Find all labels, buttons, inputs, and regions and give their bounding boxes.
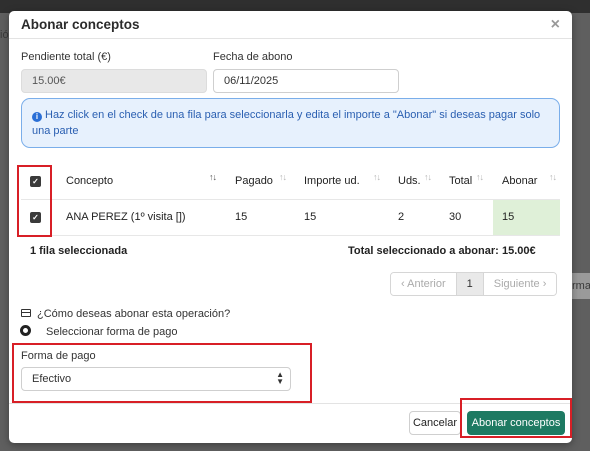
table-header-row: ✓ Concepto ↑↓ Pagado ↑↓ Importe ud. ↑↓ U… — [21, 164, 560, 200]
cell-total: 30 — [449, 211, 462, 223]
pagination-page[interactable]: 1 — [455, 273, 484, 295]
modal-header: Abonar conceptos × — [9, 11, 572, 39]
table-row[interactable]: ✓ ANA PEREZ (1º visita []) 15 15 2 30 15 — [21, 200, 560, 236]
sort-icon[interactable]: ↑↓ — [373, 172, 381, 182]
info-text: Haz click en el check de una fila para s… — [32, 109, 541, 137]
date-field[interactable]: 06/11/2025 — [213, 69, 399, 93]
sort-icon[interactable]: ↑↓ — [476, 172, 484, 182]
date-label: Fecha de abono — [213, 51, 293, 63]
payment-option-label[interactable]: Seleccionar forma de pago — [46, 326, 177, 338]
header-pagado[interactable]: Pagado — [235, 175, 273, 187]
cell-abonar[interactable]: 15 — [502, 211, 514, 223]
header-abonar[interactable]: Abonar — [502, 175, 537, 187]
next-label: Siguiente — [493, 278, 540, 290]
info-icon: i — [32, 112, 42, 122]
sort-icon[interactable]: ↑↓ — [424, 172, 432, 182]
cell-uds: 2 — [398, 211, 405, 223]
payment-radio[interactable] — [20, 325, 31, 336]
pending-label: Pendiente total (€) — [21, 51, 111, 63]
pagination: ‹ Anterior 1 Siguiente › — [390, 272, 558, 296]
sort-icon[interactable]: ↑↓ — [549, 172, 557, 182]
modal-title: Abonar conceptos — [21, 17, 140, 32]
abonar-input-cell[interactable]: 15 — [493, 200, 560, 235]
pending-total-field: 15.00€ — [21, 69, 207, 93]
bg-text-right: rma — [572, 280, 590, 292]
header-total[interactable]: Total — [449, 175, 472, 187]
cancel-button[interactable]: Cancelar — [409, 411, 461, 435]
cell-pagado: 15 — [235, 211, 248, 223]
footer-divider — [9, 403, 572, 404]
header-uds[interactable]: Uds. — [398, 175, 421, 187]
sort-icon[interactable]: ↑↓ — [209, 172, 217, 182]
payment-method-select[interactable]: Efectivo ▲ ▼ — [21, 367, 291, 391]
abonar-modal: Abonar conceptos × Pendiente total (€) 1… — [9, 11, 572, 443]
cell-concepto: ANA PEREZ (1º visita []) — [66, 211, 186, 223]
total-selected-value: 15.00€ — [502, 245, 536, 257]
pagination-prev[interactable]: ‹ Anterior — [391, 273, 456, 295]
chevron-right-icon: › — [539, 278, 547, 290]
selection-summary: 1 fila seleccionada Total seleccionado a… — [21, 238, 560, 266]
payment-question: ¿Cómo deseas abonar esta operación? — [37, 308, 231, 320]
total-selected-label: Total seleccionado a abonar: — [348, 245, 499, 257]
cell-importe: 15 — [304, 211, 317, 223]
pagination-next[interactable]: Siguiente › — [483, 273, 557, 295]
payment-method-value: Efectivo — [32, 373, 72, 385]
select-all-checkbox[interactable]: ✓ — [30, 176, 41, 187]
sort-icon[interactable]: ↑↓ — [279, 172, 287, 182]
credit-card-icon — [21, 309, 31, 317]
prev-label: Anterior — [407, 278, 446, 290]
close-icon[interactable]: × — [551, 16, 560, 34]
payment-method-label: Forma de pago — [21, 350, 96, 362]
abonar-conceptos-button[interactable]: Abonar conceptos — [467, 411, 565, 435]
info-box: i Haz click en el check de una fila para … — [21, 98, 560, 148]
header-concepto[interactable]: Concepto — [66, 175, 113, 187]
header-importe[interactable]: Importe ud. — [304, 175, 360, 187]
row-checkbox[interactable]: ✓ — [30, 212, 41, 223]
selected-count: 1 fila seleccionada — [30, 245, 128, 257]
bg-text-left: ió — [0, 29, 9, 41]
chevron-updown-icon: ▲ ▼ — [276, 370, 284, 386]
